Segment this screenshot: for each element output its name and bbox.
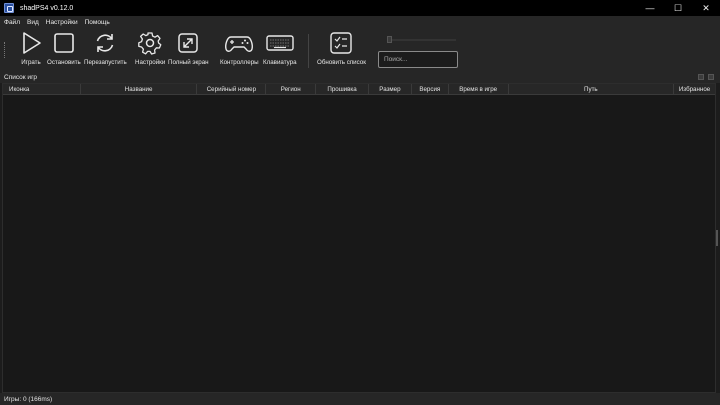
dock-float-button[interactable] bbox=[698, 74, 704, 80]
stop-button[interactable]: Остановить bbox=[47, 30, 81, 66]
restart-button[interactable]: Перезапустить bbox=[84, 30, 127, 66]
slider-handle[interactable] bbox=[387, 36, 392, 43]
dock-close-button[interactable] bbox=[708, 74, 714, 80]
game-list-dock-header: Список игр bbox=[0, 72, 720, 83]
gamepad-icon bbox=[225, 36, 254, 52]
dock-title: Список игр bbox=[4, 74, 38, 81]
keyboard-icon bbox=[266, 35, 294, 51]
restart-icon bbox=[97, 34, 114, 52]
game-list-table[interactable]: Иконка Название Серийный номер Регион Пр… bbox=[2, 83, 718, 393]
refresh-list-label: Обновить список bbox=[317, 59, 366, 66]
column-header-version[interactable]: Версия bbox=[412, 84, 449, 95]
fullscreen-button[interactable]: Полный экран bbox=[168, 30, 209, 66]
menu-bar: Файл Вид Настройки Помощь bbox=[0, 16, 720, 28]
window-controls: — ☐ ✕ bbox=[636, 0, 720, 16]
stop-icon bbox=[54, 33, 74, 53]
stop-label: Остановить bbox=[47, 59, 81, 66]
table-header: Иконка Название Серийный номер Регион Пр… bbox=[3, 84, 715, 95]
status-text: Игры: 0 (166ms) bbox=[4, 395, 53, 403]
icon-size-slider[interactable] bbox=[388, 39, 456, 41]
keyboard-label: Клавиатура bbox=[263, 59, 297, 66]
column-header-firmware[interactable]: Прошивка bbox=[316, 84, 369, 95]
keyboard-button[interactable]: Клавиатура bbox=[263, 30, 297, 66]
play-button[interactable]: Играть bbox=[18, 30, 44, 66]
menu-settings[interactable]: Настройки bbox=[46, 19, 78, 26]
minimize-button[interactable]: — bbox=[636, 0, 664, 16]
fullscreen-icon bbox=[178, 33, 199, 53]
app-logo-icon bbox=[4, 3, 14, 13]
window-title: shadPS4 v0.12.0 bbox=[20, 4, 74, 12]
close-button[interactable]: ✕ bbox=[692, 0, 720, 16]
maximize-button[interactable]: ☐ bbox=[664, 0, 692, 16]
menu-file[interactable]: Файл bbox=[4, 19, 20, 26]
column-header-region[interactable]: Регион bbox=[266, 84, 317, 95]
settings-button[interactable]: Настройки bbox=[135, 30, 165, 66]
status-bar: Игры: 0 (166ms) bbox=[0, 393, 720, 405]
checklist-icon bbox=[330, 32, 353, 54]
play-icon bbox=[23, 32, 41, 54]
toolbar-grip[interactable] bbox=[4, 42, 6, 58]
menu-help[interactable]: Помощь bbox=[85, 19, 110, 26]
gear-icon bbox=[138, 32, 162, 55]
title-bar: shadPS4 v0.12.0 — ☐ ✕ bbox=[0, 0, 720, 16]
column-header-icon[interactable]: Иконка bbox=[3, 84, 81, 95]
controllers-button[interactable]: Контроллеры bbox=[220, 30, 259, 66]
column-header-playtime[interactable]: Время в игре bbox=[449, 84, 509, 95]
toolbar-separator bbox=[308, 34, 309, 68]
restart-label: Перезапустить bbox=[84, 59, 127, 66]
column-header-name[interactable]: Название bbox=[81, 84, 198, 95]
play-label: Играть bbox=[21, 59, 41, 66]
column-header-path[interactable]: Путь bbox=[509, 84, 675, 95]
settings-label: Настройки bbox=[135, 59, 166, 66]
dock-buttons bbox=[698, 74, 714, 80]
column-header-serial[interactable]: Серийный номер bbox=[197, 84, 267, 95]
controllers-label: Контроллеры bbox=[220, 59, 259, 66]
menu-view[interactable]: Вид bbox=[27, 19, 39, 26]
splitter-handle[interactable] bbox=[716, 230, 718, 246]
toolbar: Играть Остановить Перезапустить Настройк… bbox=[0, 28, 720, 72]
search-input[interactable] bbox=[378, 51, 458, 68]
column-header-size[interactable]: Размер bbox=[369, 84, 412, 95]
refresh-list-button[interactable]: Обновить список bbox=[317, 30, 366, 66]
column-header-favorite[interactable]: Избранное bbox=[674, 84, 715, 95]
fullscreen-label: Полный экран bbox=[168, 59, 209, 66]
